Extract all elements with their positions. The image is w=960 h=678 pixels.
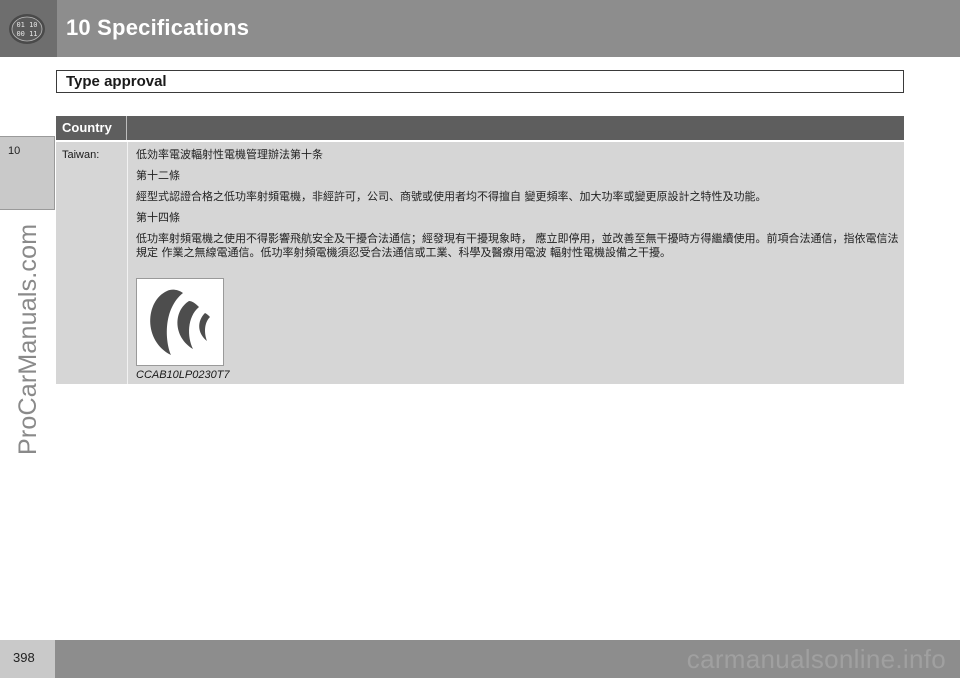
- ncc-approval-mark-icon: [150, 289, 210, 355]
- chapter-title: 10 Specifications: [66, 15, 250, 40]
- table-row: Taiwan: 低効率電波輻射性電機管理辦法第十条 第十二條 經型式認證合格之低…: [56, 142, 904, 384]
- country-cell: Taiwan:: [62, 149, 100, 161]
- side-watermark: ProCarManuals.com: [14, 223, 42, 455]
- approval-text-cell: 低効率電波輻射性電機管理辦法第十条 第十二條 經型式認證合格之低功率射頻電機，非…: [136, 148, 901, 267]
- page-number: 398: [13, 650, 35, 665]
- svg-text:01 10: 01 10: [16, 21, 37, 29]
- approval-text-line: 低効率電波輻射性電機管理辦法第十条: [136, 148, 323, 161]
- approval-code: CCAB10LP0230T7: [136, 369, 230, 381]
- approval-text-line: 經型式認證合格之低功率射頻電機，非經許可，公司、商號或使用者均不得擅自 變更頻率…: [136, 190, 767, 203]
- section-heading: Type approval: [66, 73, 167, 90]
- approval-mark-box: [136, 278, 224, 366]
- section-heading-box: Type approval: [56, 70, 904, 93]
- approval-text-line: 第十二條: [136, 169, 180, 182]
- table-header: Country: [56, 116, 904, 140]
- approval-text-line: 低功率射頻電機之使用不得影響飛航安全及干擾合法通信；經發現有干擾現象時， 應立即…: [136, 232, 899, 259]
- approval-text-line: 第十四條: [136, 211, 180, 224]
- footer-watermark: carmanualsonline.info: [686, 644, 946, 674]
- chapter-header-bar: 01 10 00 11 10 Specifications: [0, 0, 960, 57]
- chapter-grid-icon: 01 10 00 11: [9, 14, 45, 44]
- svg-text:00 11: 00 11: [16, 30, 37, 38]
- type-approval-table: Country Taiwan: 低効率電波輻射性電機管理辦法第十条 第十二條 經…: [56, 116, 904, 384]
- column-header-country: Country: [56, 116, 127, 140]
- column-divider: [127, 142, 128, 384]
- page-footer: 398 carmanualsonline.info: [0, 640, 960, 678]
- side-tab-label: 10: [8, 145, 21, 157]
- side-chapter-tab[interactable]: 10: [0, 136, 55, 210]
